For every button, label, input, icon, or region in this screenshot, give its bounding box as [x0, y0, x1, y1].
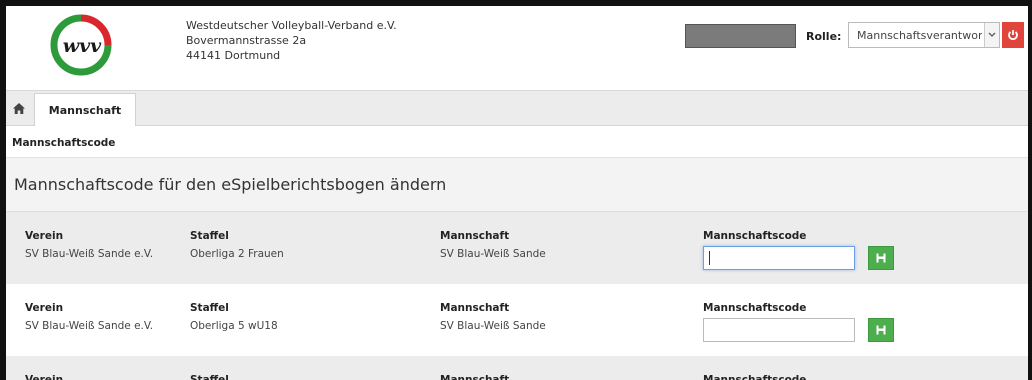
- page-title-bar: Mannschaftscode für den eSpielberichtsbo…: [6, 158, 1028, 212]
- role-select[interactable]: Mannschaftsverantwortlicher: [848, 22, 1000, 48]
- mannschaft-label: Mannschaft: [440, 230, 510, 242]
- redacted-username: [685, 24, 796, 48]
- chevron-down-icon[interactable]: [984, 23, 999, 47]
- staffel-label: Staffel: [190, 374, 229, 380]
- page-title: Mannschaftscode für den eSpielberichtsbo…: [14, 175, 447, 194]
- breadcrumb-item: Mannschaftscode: [12, 137, 116, 149]
- org-name: Westdeutscher Volleyball-Verband e.V.: [186, 19, 397, 32]
- main-navigation: Mannschaft: [6, 90, 1028, 127]
- verein-value: SV Blau-Weiß Sande e.V.: [25, 248, 154, 260]
- code-label: Mannschaftscode: [703, 302, 807, 314]
- role-label: Rolle:: [806, 30, 842, 43]
- save-icon: [876, 325, 886, 335]
- code-input[interactable]: [703, 246, 855, 270]
- verein-value: SV Blau-Weiß Sande e.V.: [25, 320, 154, 332]
- page-header: wvv Westdeutscher Volleyball-Verband e.V…: [6, 6, 1028, 90]
- staffel-label: Staffel: [190, 302, 229, 314]
- logout-button[interactable]: [1002, 22, 1024, 48]
- verein-label: Verein: [25, 302, 64, 314]
- team-row: Verein Staffel Mannschaft Mannschaftscod…: [6, 356, 1028, 380]
- mannschaft-label: Mannschaft: [440, 302, 510, 314]
- wvv-logo[interactable]: wvv: [46, 14, 116, 76]
- code-input[interactable]: [703, 318, 855, 342]
- team-row: Verein SV Blau-Weiß Sande e.V. Staffel O…: [6, 284, 1028, 356]
- code-label: Mannschaftscode: [703, 230, 807, 242]
- tab-mannschaft[interactable]: Mannschaft: [34, 93, 136, 127]
- home-button[interactable]: [6, 91, 32, 126]
- mannschaft-label: Mannschaft: [440, 374, 510, 380]
- mannschaft-value: SV Blau-Weiß Sande: [440, 248, 546, 260]
- save-button[interactable]: [868, 318, 894, 342]
- staffel-label: Staffel: [190, 230, 229, 242]
- code-label: Mannschaftscode: [703, 374, 807, 380]
- role-select-value: Mannschaftsverantwortlicher: [857, 29, 982, 42]
- breadcrumb: Mannschaftscode: [6, 126, 1028, 158]
- mannschaft-value: SV Blau-Weiß Sande: [440, 320, 546, 332]
- power-icon: [1008, 30, 1018, 41]
- home-icon: [13, 103, 25, 114]
- team-row: Verein SV Blau-Weiß Sande e.V. Staffel O…: [6, 212, 1028, 284]
- staffel-value: Oberliga 2 Frauen: [190, 248, 284, 260]
- text-caret: [709, 251, 710, 265]
- org-city: 44141 Dortmund: [186, 49, 281, 62]
- save-button[interactable]: [868, 246, 894, 270]
- org-street: Bovermannstrasse 2a: [186, 34, 307, 47]
- verein-label: Verein: [25, 374, 64, 380]
- staffel-value: Oberliga 5 wU18: [190, 320, 278, 332]
- save-icon: [876, 253, 886, 263]
- organization-address: Westdeutscher Volleyball-Verband e.V. Bo…: [186, 18, 397, 63]
- window-border-right: [1028, 0, 1032, 380]
- verein-label: Verein: [25, 230, 64, 242]
- svg-text:wvv: wvv: [63, 35, 102, 57]
